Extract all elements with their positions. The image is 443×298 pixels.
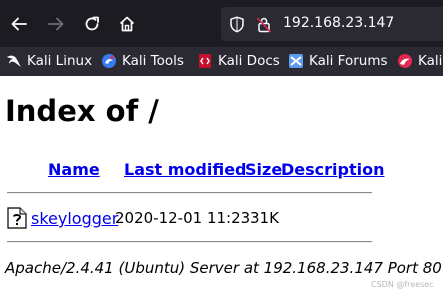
watermark: CSDN @freesec: [371, 280, 434, 289]
arrow-right-icon: [48, 17, 64, 31]
bookmarks-bar: Kali Linux Kali Tools Kali Docs Kali For…: [0, 47, 443, 76]
column-header-size[interactable]: Size: [245, 160, 282, 179]
bookmark-kali-nethunter[interactable]: Kali: [397, 51, 442, 71]
file-modified: 2020-12-01 11:23: [115, 209, 251, 227]
kali-docs-icon: [197, 53, 213, 69]
bookmark-label: Kali: [418, 53, 443, 69]
browser-toolbar: 192.168.23.147: [0, 0, 443, 47]
kali-forums-icon: [288, 53, 304, 69]
arrow-left-icon: [11, 17, 27, 31]
bookmark-label: Kali Docs: [218, 53, 280, 69]
bookmark-label: Kali Tools: [122, 53, 184, 69]
insecure-lock-icon[interactable]: [256, 16, 272, 37]
bookmark-label: Kali Linux: [27, 53, 93, 69]
tracking-shield-icon[interactable]: [229, 16, 245, 37]
server-signature: Apache/2.4.41 (Ubuntu) Server at 192.168…: [5, 259, 442, 277]
bookmark-kali-linux[interactable]: Kali Linux: [6, 51, 92, 71]
reload-icon: [85, 16, 99, 31]
bookmark-kali-docs[interactable]: Kali Docs: [197, 51, 280, 71]
kali-dragon-icon: [6, 53, 22, 69]
reload-button[interactable]: [80, 12, 104, 36]
home-icon: [119, 16, 135, 32]
bookmark-kali-forums[interactable]: Kali Forums: [288, 51, 388, 71]
kali-nethunter-icon: [397, 53, 413, 69]
footer-divider: [7, 241, 372, 243]
unknown-file-icon: [7, 207, 27, 229]
kali-tools-icon: [101, 53, 117, 69]
file-link[interactable]: skeylogger: [31, 209, 118, 228]
column-header-name[interactable]: Name: [48, 160, 100, 179]
page-content: Index of / Name Last modified Size Descr…: [0, 76, 443, 298]
url-text[interactable]: 192.168.23.147: [283, 15, 394, 31]
home-button[interactable]: [115, 12, 139, 36]
column-header-last-modified[interactable]: Last modified: [124, 160, 247, 179]
column-header-description[interactable]: Description: [281, 160, 384, 179]
file-size: 31K: [250, 209, 279, 227]
bookmark-kali-tools[interactable]: Kali Tools: [101, 51, 184, 71]
header-divider: [7, 192, 372, 194]
forward-button[interactable]: [44, 12, 68, 36]
back-button[interactable]: [7, 12, 31, 36]
page-title: Index of /: [5, 94, 159, 128]
bookmark-label: Kali Forums: [309, 53, 388, 69]
url-bar[interactable]: 192.168.23.147: [221, 7, 443, 41]
